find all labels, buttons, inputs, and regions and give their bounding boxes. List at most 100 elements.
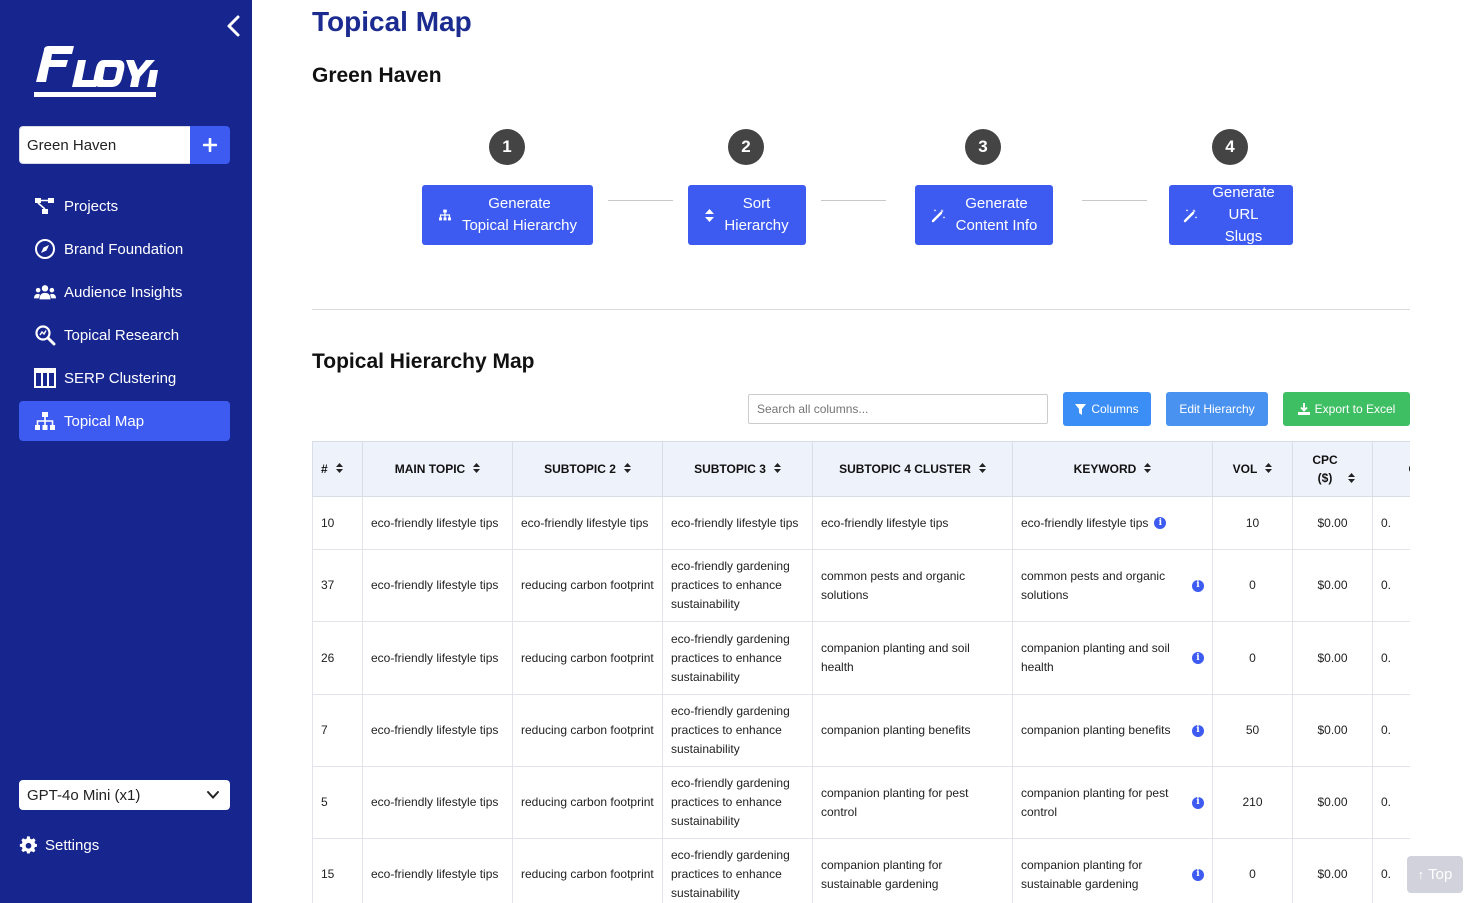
- magic-wand-icon: [931, 208, 946, 223]
- table-header-col-keyword[interactable]: KEYWORD: [1012, 441, 1213, 497]
- settings-label: Settings: [45, 836, 100, 854]
- plus-icon: [203, 138, 217, 152]
- hierarchy-table-container[interactable]: # MAIN TOPIC SUBTOPIC 2 SUBTOPIC 3 SUBTOPIC …: [312, 441, 1410, 903]
- table-row[interactable]: 15 eco-friendly lifestyle tips reducing ca…: [312, 838, 1410, 903]
- table-row[interactable]: 26 eco-friendly lifestyle tips reducing ca…: [312, 621, 1410, 695]
- table-cell-col-subtopic-2: reducing carbon footprint: [512, 766, 663, 839]
- step-number-2: 2: [728, 129, 764, 165]
- step-connector: [821, 200, 886, 201]
- cell-text: 0.: [1381, 795, 1392, 809]
- settings-link[interactable]: Settings: [19, 833, 99, 857]
- table-header-col-subtopic-2[interactable]: SUBTOPIC 2: [512, 441, 663, 497]
- sort-icon[interactable]: [1265, 462, 1273, 476]
- table-cell-col-com: 0.: [1372, 621, 1410, 695]
- cell-text: reducing carbon footprint: [521, 795, 654, 809]
- sidebar-item-projects[interactable]: Projects: [19, 186, 230, 226]
- step-number-1: 1: [489, 129, 525, 165]
- generate-content-info-button[interactable]: Generate Content Info: [915, 185, 1053, 245]
- table-search-input[interactable]: [748, 394, 1048, 424]
- sidebar-item-brand-foundation[interactable]: Brand Foundation: [19, 229, 230, 269]
- table-header-col-vol[interactable]: VOL: [1212, 441, 1293, 497]
- button-label: Edit Hierarchy: [1179, 402, 1255, 416]
- sidebar-item-serp-clustering[interactable]: SERP Clustering: [19, 358, 230, 398]
- info-icon[interactable]: i: [1192, 796, 1204, 809]
- table-cell-col-vol: 0: [1212, 549, 1293, 622]
- section-divider: [312, 309, 1410, 310]
- sidebar-item-audience-insights[interactable]: Audience Insights: [19, 272, 230, 312]
- table-row[interactable]: 7 eco-friendly lifestyle tips reducing car…: [312, 694, 1410, 767]
- table-cell-col-subtopic-4-cluster: companion planting and soil health: [812, 621, 1013, 695]
- columns-button[interactable]: Columns: [1063, 392, 1151, 426]
- table-cell-col-com: 0.: [1372, 496, 1410, 550]
- header-label: VOL: [1232, 461, 1258, 476]
- table-header-col-subtopic-3[interactable]: SUBTOPIC 3: [662, 441, 813, 497]
- sort-icon[interactable]: [335, 462, 343, 476]
- chevron-down-icon: [206, 788, 220, 806]
- add-project-button[interactable]: [190, 126, 230, 164]
- scroll-to-top-button[interactable]: ↑ Top: [1407, 856, 1463, 893]
- table-row[interactable]: 37 eco-friendly lifestyle tips reducing ca…: [312, 549, 1410, 622]
- filter-icon: [1075, 403, 1087, 415]
- generate-topical-hierarchy-button[interactable]: Generate Topical Hierarchy: [422, 185, 593, 245]
- button-label: Generate Topical Hierarchy: [462, 193, 577, 237]
- step-number-3: 3: [965, 129, 1001, 165]
- sort-icon[interactable]: [773, 462, 781, 476]
- cell-text: reducing carbon footprint: [521, 723, 654, 737]
- table-header-col-com[interactable]: COM: [1372, 441, 1411, 497]
- project-select-input[interactable]: [19, 126, 191, 164]
- info-icon[interactable]: i: [1192, 724, 1204, 737]
- export-to-excel-button[interactable]: Export to Excel: [1283, 392, 1410, 426]
- info-icon[interactable]: i: [1192, 579, 1204, 592]
- users-icon: [34, 281, 56, 303]
- sidebar: Projects Brand Foundation Audience Insig…: [0, 0, 252, 903]
- cell-text: eco-friendly lifestyle tips: [371, 578, 499, 592]
- hierarchy-table: # MAIN TOPIC SUBTOPIC 2 SUBTOPIC 3 SUBTOPIC …: [312, 441, 1410, 903]
- table-cell-col-keyword: eco-friendly lifestyle tips i: [1012, 496, 1213, 550]
- header-label: MAIN TOPIC: [394, 461, 466, 476]
- download-icon: [1297, 403, 1310, 415]
- table-cell-col-vol: 0: [1212, 838, 1293, 903]
- table-cell-col-subtopic-4-cluster: common pests and organic solutions: [812, 549, 1013, 622]
- sort-icon[interactable]: [623, 462, 631, 476]
- table-header-col-subtopic-4-cluster[interactable]: SUBTOPIC 4 CLUSTER: [812, 441, 1013, 497]
- keyword-text: eco-friendly lifestyle tips: [1021, 515, 1149, 530]
- sidebar-item-topical-research[interactable]: Topical Research: [19, 315, 230, 355]
- table-cell-col-subtopic-3: eco-friendly gardening practices to enha…: [662, 766, 813, 839]
- cell-text: $0.00: [1317, 578, 1348, 592]
- sort-icon[interactable]: [473, 462, 481, 476]
- sidebar-item-topical-map[interactable]: Topical Map: [19, 401, 230, 441]
- sort-icon[interactable]: [1348, 472, 1355, 486]
- cell-text: 210: [1242, 795, 1263, 809]
- header-label: #: [321, 461, 328, 476]
- table-header-col-number[interactable]: #: [312, 441, 363, 497]
- cell-text: $0.00: [1317, 795, 1348, 809]
- table-row[interactable]: 5 eco-friendly lifestyle tips reducing car…: [312, 766, 1410, 839]
- table-cell-col-subtopic-4-cluster: companion planting benefits: [812, 694, 1013, 767]
- cell-text: eco-friendly gardening practices to enha…: [671, 704, 790, 756]
- table-header-col-cpc[interactable]: CPC ($): [1292, 441, 1373, 497]
- table-cell-col-cpc: $0.00: [1292, 496, 1373, 550]
- model-select[interactable]: GPT-4o Mini (x1): [19, 780, 230, 810]
- table-row[interactable]: 10 eco-friendly lifestyle tips eco-friendl…: [312, 496, 1410, 550]
- edit-hierarchy-button[interactable]: Edit Hierarchy: [1166, 392, 1268, 426]
- sort-hierarchy-button[interactable]: Sort Hierarchy: [688, 185, 806, 245]
- generate-url-slugs-button[interactable]: Generate URL Slugs: [1169, 184, 1293, 245]
- keyword-cell: companion planting for sustainable garde…: [1021, 856, 1204, 894]
- table-cell-col-subtopic-2: reducing carbon footprint: [512, 621, 663, 695]
- table-cell-col-vol: 10: [1212, 496, 1293, 550]
- table-header-col-main-topic[interactable]: MAIN TOPIC: [362, 441, 513, 497]
- keyword-text: common pests and organic solutions: [1021, 568, 1166, 602]
- info-icon[interactable]: i: [1154, 517, 1167, 529]
- collapse-sidebar-icon[interactable]: [224, 14, 244, 38]
- sort-icon[interactable]: [978, 462, 986, 476]
- sort-icon[interactable]: [1144, 462, 1152, 476]
- header-label: CPC ($): [1312, 453, 1338, 485]
- header-label: COM: [1409, 462, 1411, 476]
- table-cell-col-cpc: $0.00: [1292, 621, 1373, 695]
- cell-text: companion planting for sustainable garde…: [821, 857, 943, 891]
- table-header-row: # MAIN TOPIC SUBTOPIC 2 SUBTOPIC 3 SUBTOPIC …: [312, 441, 1411, 497]
- info-icon[interactable]: i: [1192, 868, 1204, 881]
- table-cell-col-number: 26: [312, 621, 363, 695]
- cell-text: eco-friendly gardening practices to enha…: [671, 848, 790, 900]
- info-icon[interactable]: i: [1192, 652, 1204, 664]
